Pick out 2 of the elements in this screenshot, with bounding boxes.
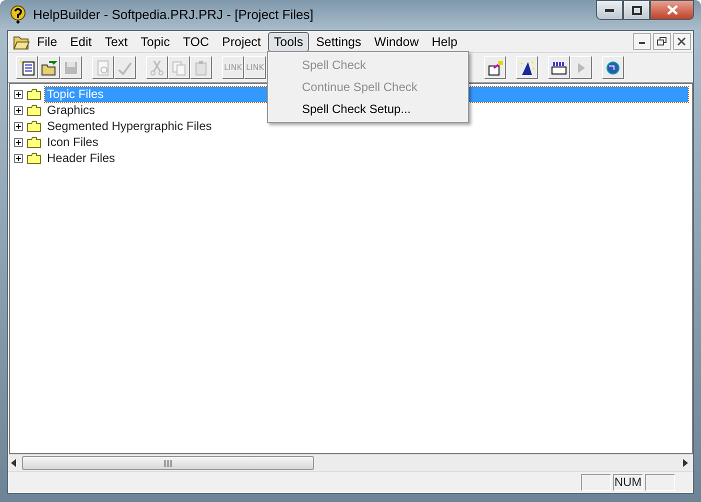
num-lock-indicator: NUM: [613, 474, 643, 491]
window-title: HelpBuilder - Softpedia.PRJ.PRJ - [Project Files]: [33, 6, 314, 24]
